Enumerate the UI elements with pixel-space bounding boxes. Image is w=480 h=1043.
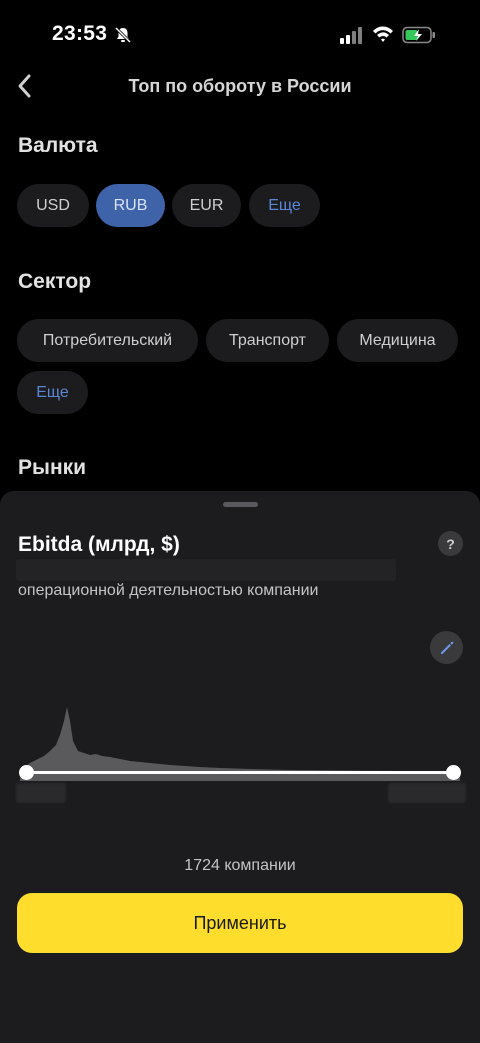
wifi-icon (373, 26, 393, 42)
sheet-description: операционной деятельностью компании (18, 582, 319, 599)
range-min-label-redacted (16, 783, 66, 803)
sector-chip-medicine[interactable]: Медицина (337, 319, 458, 362)
range-slider-max-handle[interactable] (446, 765, 461, 780)
range-slider-track[interactable] (26, 771, 454, 774)
range-slider-min-handle[interactable] (19, 765, 34, 780)
edit-range-button[interactable] (430, 631, 463, 664)
sheet-title: Ebitda (млрд, $) (18, 533, 180, 556)
currency-more-button[interactable]: Еще (249, 184, 320, 227)
muted-bell-icon (114, 26, 132, 44)
sector-more-button[interactable]: Еще (17, 371, 88, 414)
help-button[interactable]: ? (438, 531, 463, 556)
sector-section-title: Сектор (18, 270, 92, 293)
range-max-label-redacted (388, 783, 466, 803)
currency-section-title: Валюта (18, 134, 98, 157)
cellular-signal-icon (340, 27, 362, 44)
status-bar: 23:53 (0, 0, 480, 70)
description-redacted-line (16, 559, 396, 581)
page-title: Топ по обороту в России (128, 76, 352, 96)
results-count: 1724 компании (184, 857, 296, 874)
distribution-histogram (20, 707, 460, 781)
sheet-grabber[interactable] (223, 502, 258, 507)
filter-bottom-sheet: Ebitda (млрд, $) ? операционной деятельн… (0, 491, 480, 1043)
apply-button[interactable]: Применить (17, 893, 463, 953)
battery-charging-icon (402, 26, 435, 44)
currency-chip-usd[interactable]: USD (17, 184, 89, 227)
sector-chip-consumer[interactable]: Потребительский (17, 319, 198, 362)
sector-chip-transport[interactable]: Транспорт (206, 319, 329, 362)
pencil-icon (440, 641, 453, 654)
currency-chip-eur[interactable]: EUR (172, 184, 241, 227)
status-time: 23:53 (52, 22, 108, 45)
currency-chip-rub[interactable]: RUB (96, 184, 165, 227)
markets-section-title: Рынки (18, 456, 87, 479)
